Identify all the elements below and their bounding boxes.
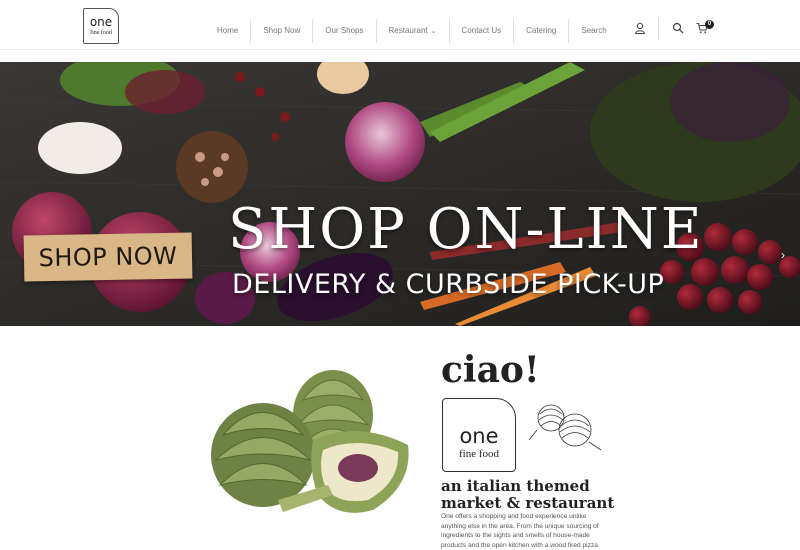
tagline-line1: an italian themed bbox=[441, 477, 590, 495]
chevron-right-icon[interactable]: › bbox=[776, 248, 790, 262]
nav-restaurant[interactable]: Restaurant ⌄ bbox=[377, 19, 450, 43]
nav-restaurant-label: Restaurant bbox=[388, 26, 428, 35]
nav-home-label: Home bbox=[217, 26, 239, 35]
nav-home[interactable]: Home bbox=[205, 19, 252, 43]
nav-shop-now[interactable]: Shop Now bbox=[251, 19, 314, 43]
user-icon[interactable] bbox=[634, 22, 646, 34]
logo-line2: fine food bbox=[90, 30, 112, 36]
intro-heading: ciao! bbox=[441, 349, 540, 391]
tagline-line2: market & restaurant bbox=[441, 494, 615, 512]
nav-catering[interactable]: Catering bbox=[514, 19, 570, 43]
site-logo[interactable]: one fine food bbox=[83, 8, 119, 44]
shop-now-badge-label: SHOP NOW bbox=[38, 241, 178, 273]
logo-line1: one bbox=[89, 15, 113, 29]
logo-large-line2: fine food bbox=[458, 448, 499, 460]
chevron-down-icon: ⌄ bbox=[430, 28, 437, 35]
artichoke-image bbox=[211, 370, 409, 513]
artichoke-sketch-illustration bbox=[528, 404, 602, 451]
header-divider bbox=[658, 18, 659, 40]
nav-our-shops[interactable]: Our Shops bbox=[313, 19, 377, 43]
hero-banner[interactable]: SHOP NOW SHOP ON-LINE DELIVERY & CURBSID… bbox=[0, 62, 800, 326]
nav-search-label: Search bbox=[581, 26, 607, 35]
nav-shop-now-label: Shop Now bbox=[263, 26, 301, 35]
main-nav: Home Shop Now Our Shops Restaurant ⌄ Cont… bbox=[205, 18, 619, 44]
intro-tagline: an italian themed market & restaurant bbox=[441, 478, 641, 512]
logo-large-line1: one bbox=[459, 424, 499, 448]
site-header: one fine food Home Shop Now Our Shops Re… bbox=[0, 0, 800, 50]
nav-contact-us[interactable]: Contact Us bbox=[450, 19, 515, 43]
nav-catering-label: Catering bbox=[526, 26, 557, 35]
nav-contact-us-label: Contact Us bbox=[461, 26, 502, 35]
nav-search[interactable]: Search bbox=[569, 19, 618, 43]
hero-subtitle: DELIVERY & CURBSIDE PICK-UP bbox=[232, 269, 665, 300]
cart-count-badge: 0 bbox=[705, 20, 714, 29]
search-icon[interactable] bbox=[672, 22, 684, 34]
nav-our-shops-label: Our Shops bbox=[325, 26, 364, 35]
intro-description: One offers a shopping and food experienc… bbox=[441, 513, 599, 549]
hero-title: SHOP ON-LINE bbox=[228, 197, 704, 262]
brand-logo-large: one fine food bbox=[442, 398, 516, 472]
shop-now-badge-button[interactable]: SHOP NOW bbox=[23, 232, 193, 282]
